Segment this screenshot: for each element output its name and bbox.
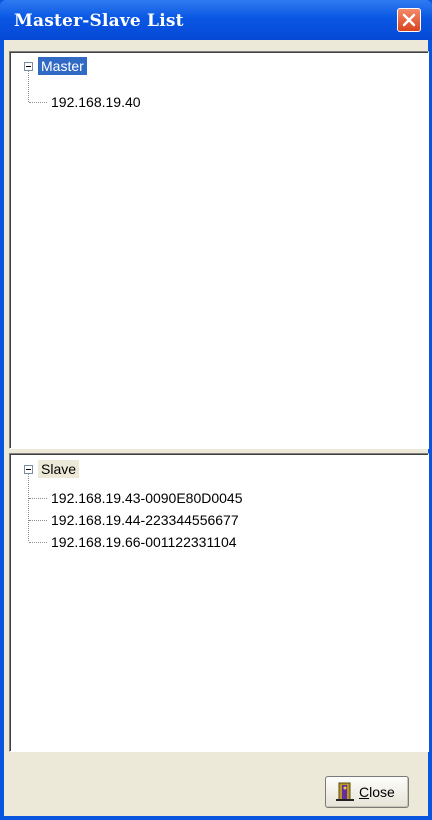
- tree-line-vertical: [28, 71, 29, 102]
- slave-tree-view[interactable]: Slave 192.168.19.43-0090E80D0045 192.168…: [9, 453, 429, 752]
- close-x-icon: [402, 13, 416, 27]
- master-node-ip[interactable]: 192.168.19.40: [51, 92, 141, 112]
- master-tree-inner: Master 192.168.19.40: [10, 52, 428, 448]
- close-button-label: Close: [359, 784, 395, 800]
- master-root-node[interactable]: Master: [38, 57, 87, 75]
- tree-line-vertical: [28, 474, 29, 541]
- slave-collapse-toggle-icon[interactable]: [24, 465, 33, 474]
- window-title: Master-Slave List: [14, 11, 184, 31]
- slave-node-ip[interactable]: 192.168.19.43-0090E80D0045: [51, 488, 243, 508]
- tree-line-horizontal: [29, 542, 47, 543]
- slave-node-ip[interactable]: 192.168.19.66-001122331104: [51, 532, 237, 552]
- close-button[interactable]: Close: [325, 776, 409, 808]
- title-bar[interactable]: Master-Slave List: [0, 0, 432, 40]
- door-exit-icon: [336, 782, 354, 801]
- master-tree-view[interactable]: Master 192.168.19.40: [9, 51, 429, 449]
- slave-root-node[interactable]: Slave: [38, 460, 80, 478]
- master-collapse-toggle-icon[interactable]: [24, 62, 33, 71]
- tree-line-horizontal: [29, 520, 47, 521]
- slave-tree-inner: Slave 192.168.19.43-0090E80D0045 192.168…: [10, 454, 428, 751]
- slave-node-ip[interactable]: 192.168.19.44-223344556677: [51, 510, 239, 530]
- tree-line-horizontal: [29, 498, 47, 499]
- tree-line-horizontal: [29, 102, 47, 103]
- master-slave-window: Master-Slave List Master 192.168.19.40 S…: [0, 0, 432, 820]
- window-client-area: Master 192.168.19.40 Slave 192.168.19.43…: [4, 40, 429, 816]
- window-close-button[interactable]: [397, 8, 421, 32]
